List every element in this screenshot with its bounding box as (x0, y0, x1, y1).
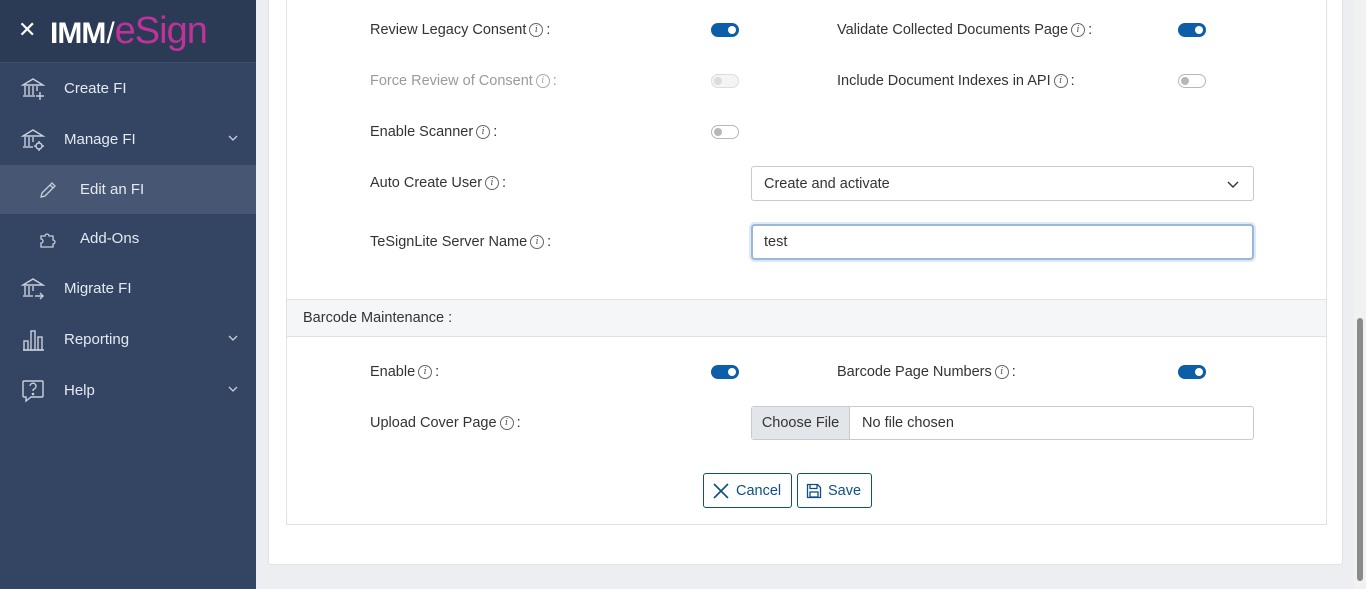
settings-panel: Review Legacy Consent i : Validate Colle… (286, 0, 1327, 525)
barcode-page-numbers-toggle[interactable] (1178, 365, 1206, 379)
info-icon[interactable]: i (994, 365, 1009, 379)
tesignlite-server-label: TeSignLite Server Name i : (370, 234, 551, 250)
label-text: Enable Scanner (370, 124, 474, 140)
logo-slash: / (106, 16, 114, 50)
bar-chart-icon (20, 327, 46, 353)
label-text: Validate Collected Documents Page (837, 22, 1069, 38)
label-colon: : (493, 124, 498, 140)
label-colon: : (552, 73, 557, 89)
label-text: Enable (370, 364, 416, 380)
page-scrollbar[interactable] (1354, 0, 1366, 589)
label-text: TeSignLite Server Name (370, 234, 528, 250)
force-review-consent-toggle (711, 74, 739, 88)
force-review-consent-label: Force Review of Consent i : (370, 73, 557, 89)
info-icon[interactable]: i (418, 365, 433, 379)
sidebar-item-label: Edit an FI (80, 181, 145, 198)
bank-plus-icon (20, 76, 46, 102)
label-text: Review Legacy Consent (370, 22, 527, 38)
sidebar-item-create-fi[interactable]: Create FI (0, 63, 256, 114)
bank-arrow-icon (20, 276, 46, 302)
info-icon[interactable]: i (1071, 23, 1086, 37)
enable-scanner-toggle[interactable] (711, 125, 739, 139)
cancel-label: Cancel (736, 482, 782, 499)
main-content: Review Legacy Consent i : Validate Colle… (256, 0, 1354, 589)
sidebar-item-help[interactable]: Help (0, 365, 256, 416)
fi-settings-card: Review Legacy Consent i : Validate Colle… (268, 0, 1343, 565)
auto-create-user-label: Auto Create User i : (370, 175, 506, 191)
chevron-down-icon (1227, 181, 1239, 188)
puzzle-icon (38, 229, 58, 249)
pencil-icon (38, 180, 58, 200)
chevron-down-icon[interactable] (228, 333, 238, 343)
bank-gear-icon (20, 127, 46, 153)
sidebar: ✕ IMM / eSign Create FI Manage FI Edit a… (0, 0, 256, 589)
barcode-enable-toggle[interactable] (711, 365, 739, 379)
close-icon (713, 482, 729, 499)
label-text: Barcode Page Numbers (837, 364, 992, 380)
save-label: Save (828, 482, 862, 499)
label-colon: : (1088, 22, 1093, 38)
upload-cover-page-label: Upload Cover Page i : (370, 415, 521, 431)
info-icon[interactable]: i (529, 23, 544, 37)
barcode-maintenance-header: Barcode Maintenance : (287, 299, 1326, 337)
label-colon: : (1070, 73, 1075, 89)
sidebar-item-edit-fi[interactable]: Edit an FI (0, 165, 256, 214)
label-text: Force Review of Consent (370, 73, 533, 89)
sidebar-item-label: Create FI (64, 80, 127, 97)
include-document-indexes-toggle[interactable] (1178, 74, 1206, 88)
review-legacy-consent-toggle[interactable] (711, 23, 739, 37)
sidebar-item-label: Migrate FI (64, 280, 132, 297)
validate-collected-documents-label: Validate Collected Documents Page i : (837, 22, 1092, 38)
info-icon[interactable]: i (476, 125, 491, 139)
barcode-enable-label: Enable i : (370, 364, 439, 380)
label-colon: : (502, 175, 507, 191)
logo-imm: IMM (50, 16, 106, 50)
info-icon[interactable]: i (530, 235, 545, 249)
sidebar-item-reporting[interactable]: Reporting (0, 314, 256, 365)
review-legacy-consent-label: Review Legacy Consent i : (370, 22, 550, 38)
save-button[interactable]: Save (797, 473, 873, 508)
label-text: Include Document Indexes in API (837, 73, 1051, 89)
help-bubble-icon (20, 378, 46, 404)
label-text: Auto Create User (370, 175, 483, 191)
label-text: Upload Cover Page (370, 415, 497, 431)
sidebar-item-label: Reporting (64, 331, 130, 348)
include-document-indexes-label: Include Document Indexes in API i : (837, 73, 1075, 89)
barcode-page-numbers-label: Barcode Page Numbers i : (837, 364, 1016, 380)
info-icon[interactable]: i (499, 416, 514, 430)
select-value: Create and activate (764, 175, 890, 192)
sidebar-item-migrate-fi[interactable]: Migrate FI (0, 263, 256, 314)
sidebar-item-label: Add-Ons (80, 230, 140, 247)
app-logo[interactable]: IMM / eSign (50, 9, 208, 53)
upload-cover-page-input[interactable]: Choose File No file chosen (751, 406, 1254, 440)
sidebar-item-add-ons[interactable]: Add-Ons (0, 214, 256, 263)
sidebar-item-label: Help (64, 382, 95, 399)
label-colon: : (1011, 364, 1016, 380)
sidebar-item-manage-fi[interactable]: Manage FI (0, 114, 256, 165)
label-colon: : (516, 415, 521, 431)
validate-collected-documents-toggle[interactable] (1178, 23, 1206, 37)
info-icon[interactable]: i (485, 176, 500, 190)
label-colon: : (547, 234, 552, 250)
logo-bar: ✕ IMM / eSign (0, 0, 256, 63)
file-status-text: No file chosen (862, 415, 954, 431)
chevron-down-icon[interactable] (228, 384, 238, 394)
scrollbar-thumb[interactable] (1357, 318, 1363, 581)
close-menu-icon[interactable]: ✕ (18, 20, 40, 42)
info-icon[interactable]: i (535, 74, 550, 88)
choose-file-button[interactable]: Choose File (752, 407, 850, 439)
auto-create-user-select[interactable]: Create and activate (751, 166, 1254, 201)
label-colon: : (435, 364, 440, 380)
enable-scanner-label: Enable Scanner i : (370, 124, 497, 140)
sidebar-item-label: Manage FI (64, 131, 136, 148)
section-title: Barcode Maintenance : (303, 310, 453, 326)
info-icon[interactable]: i (1053, 74, 1068, 88)
chevron-down-icon[interactable] (228, 133, 238, 143)
label-colon: : (546, 22, 551, 38)
logo-esign: eSign (114, 9, 208, 52)
cancel-button[interactable]: Cancel (703, 473, 793, 508)
tesignlite-server-input[interactable] (751, 224, 1254, 260)
save-icon (806, 483, 822, 498)
